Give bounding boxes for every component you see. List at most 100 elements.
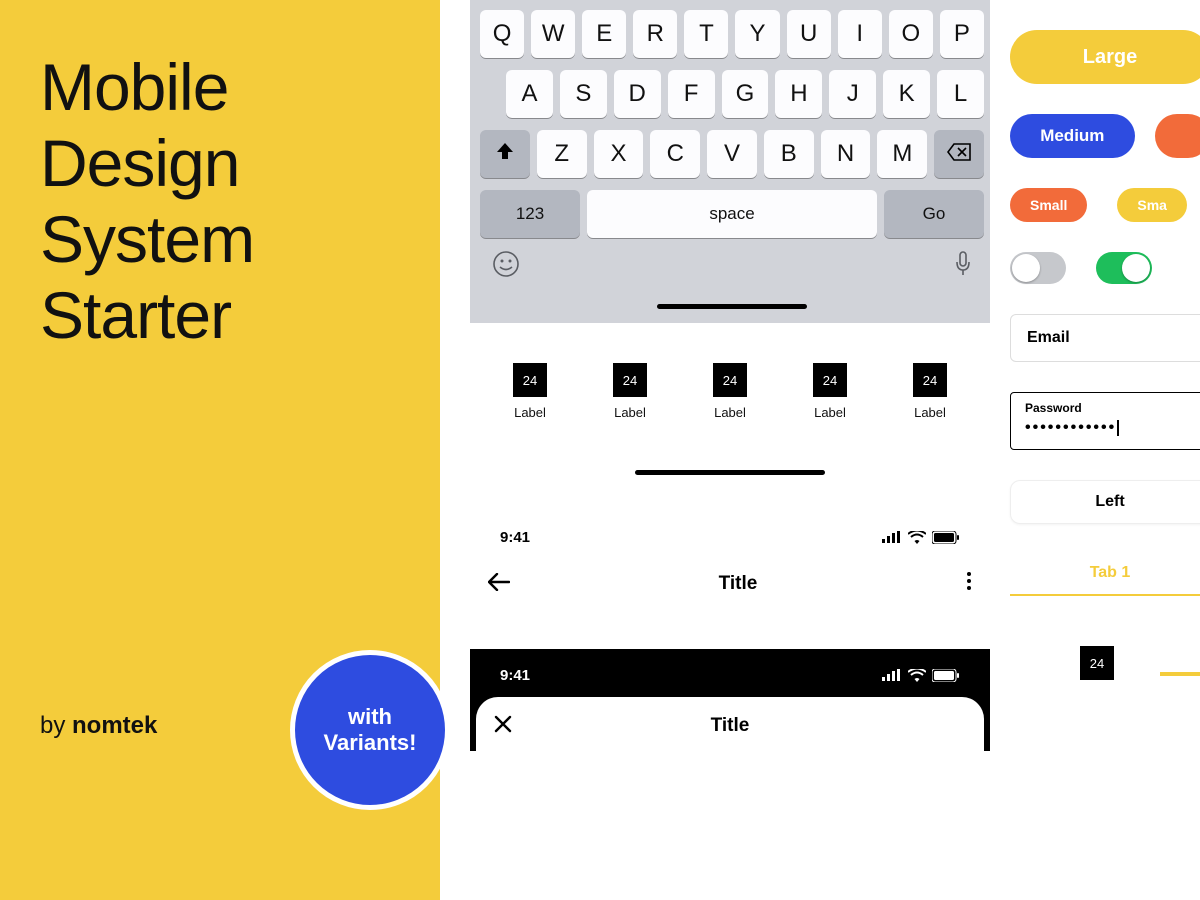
key-c[interactable]: C (650, 130, 700, 178)
hero-title-line-3: System (40, 202, 400, 278)
toggle-on[interactable] (1096, 252, 1152, 284)
key-x[interactable]: X (594, 130, 644, 178)
key-r[interactable]: R (633, 10, 677, 58)
tab-item-3[interactable]: 24Label (713, 363, 747, 420)
backspace-key[interactable] (934, 130, 984, 178)
tab-item-4[interactable]: 24 Label (813, 363, 847, 420)
variants-line1: with (348, 704, 392, 730)
tab-item-5[interactable]: 24 Label (913, 363, 947, 420)
tab-item-1[interactable]: 24 Label (513, 363, 547, 420)
placeholder-icon: 24 (713, 363, 747, 397)
key-a[interactable]: A (506, 70, 553, 118)
back-icon[interactable] (488, 571, 510, 597)
key-l[interactable]: L (937, 70, 984, 118)
byline: by nomtek (40, 712, 157, 740)
key-o[interactable]: O (889, 10, 933, 58)
toggle-knob (1122, 254, 1150, 282)
right-column: Large Medium Small Sma Email Password ••… (1010, 30, 1200, 680)
center-column: Q W E R T Y U I O P A S D F G H J K L (470, 0, 990, 751)
battery-icon (932, 669, 960, 682)
key-u[interactable]: U (787, 10, 831, 58)
toggle-off[interactable] (1010, 252, 1066, 284)
accent-stripe (1160, 672, 1200, 676)
hero-panel: Mobile Design System Starter by nomtek w… (0, 0, 440, 900)
tab-1[interactable]: Tab 1 (1010, 564, 1200, 594)
tab-item-2[interactable]: 24 Label (613, 363, 647, 420)
key-w[interactable]: W (531, 10, 575, 58)
key-b[interactable]: B (764, 130, 814, 178)
key-f[interactable]: F (668, 70, 715, 118)
key-j[interactable]: J (829, 70, 876, 118)
ios-keyboard: Q W E R T Y U I O P A S D F G H J K L (470, 0, 990, 323)
key-g[interactable]: G (722, 70, 769, 118)
light-bar-sample: 9:41 Title (470, 515, 990, 609)
placeholder-icon: 24 (513, 363, 547, 397)
tab-bar: 24Label 24Label 24Label 24Label 24Label (470, 363, 990, 420)
small-button-yellow[interactable]: Sma (1117, 188, 1187, 222)
tab-label: Label (614, 405, 646, 420)
key-s[interactable]: S (560, 70, 607, 118)
tab-label: Label (814, 405, 846, 420)
home-indicator (657, 304, 807, 309)
more-icon[interactable] (966, 571, 972, 597)
large-button[interactable]: Large (1010, 30, 1200, 84)
password-label: Password (1025, 401, 1195, 415)
dictation-key-icon[interactable] (954, 250, 972, 286)
cellular-icon (882, 531, 902, 543)
nav-bar-light: Title (470, 559, 990, 609)
shift-icon (495, 140, 515, 168)
placeholder-icon: 24 (1080, 646, 1114, 680)
key-n[interactable]: N (821, 130, 871, 178)
tab-label: Label (514, 405, 546, 420)
placeholder-icon: 24 (913, 363, 947, 397)
password-value: •••••••••••• (1025, 420, 1119, 436)
hero-title-line-1: Mobile (40, 50, 400, 126)
backspace-icon (947, 140, 971, 168)
status-bar-light: 9:41 (470, 515, 990, 559)
nav-title: Title (711, 715, 750, 737)
placeholder-icon: 24 (613, 363, 647, 397)
space-key[interactable]: space (587, 190, 877, 238)
modal-sheet: Title (476, 697, 984, 751)
numbers-key[interactable]: 123 (480, 190, 580, 238)
key-t[interactable]: T (684, 10, 728, 58)
status-time: 9:41 (500, 667, 530, 684)
brand-name: nomtek (72, 712, 157, 739)
key-d[interactable]: D (614, 70, 661, 118)
close-icon[interactable] (494, 713, 512, 739)
home-indicator (635, 470, 825, 475)
key-i[interactable]: I (838, 10, 882, 58)
shift-key[interactable] (480, 130, 530, 178)
emoji-key-icon[interactable] (492, 250, 520, 286)
key-q[interactable]: Q (480, 10, 524, 58)
segmented-left[interactable]: Left (1010, 480, 1200, 524)
go-key[interactable]: Go (884, 190, 984, 238)
key-v[interactable]: V (707, 130, 757, 178)
byline-prefix: by (40, 712, 72, 739)
key-y[interactable]: Y (735, 10, 779, 58)
nav-bar-sheet: Title (476, 701, 984, 751)
medium-button[interactable]: Medium (1010, 114, 1135, 158)
key-k[interactable]: K (883, 70, 930, 118)
key-z[interactable]: Z (537, 130, 587, 178)
medium-button-alt[interactable] (1155, 114, 1200, 158)
key-p[interactable]: P (940, 10, 984, 58)
hero-title-line-4: Starter (40, 278, 400, 354)
status-icons (882, 669, 960, 682)
wifi-icon (908, 531, 926, 544)
key-m[interactable]: M (877, 130, 927, 178)
nav-title: Title (719, 573, 758, 595)
email-field[interactable]: Email (1010, 314, 1200, 362)
wifi-icon (908, 669, 926, 682)
tabs-control: Tab 1 (1010, 564, 1200, 596)
tab-label: Label (914, 405, 946, 420)
placeholder-icon: 24 (813, 363, 847, 397)
status-time: 9:41 (500, 529, 530, 546)
key-h[interactable]: H (775, 70, 822, 118)
password-field[interactable]: Password •••••••••••• (1010, 392, 1200, 450)
status-bar-dark: 9:41 (470, 653, 990, 697)
small-button[interactable]: Small (1010, 188, 1087, 222)
key-e[interactable]: E (582, 10, 626, 58)
hero-title-line-2: Design (40, 126, 400, 202)
status-icons (882, 531, 960, 544)
